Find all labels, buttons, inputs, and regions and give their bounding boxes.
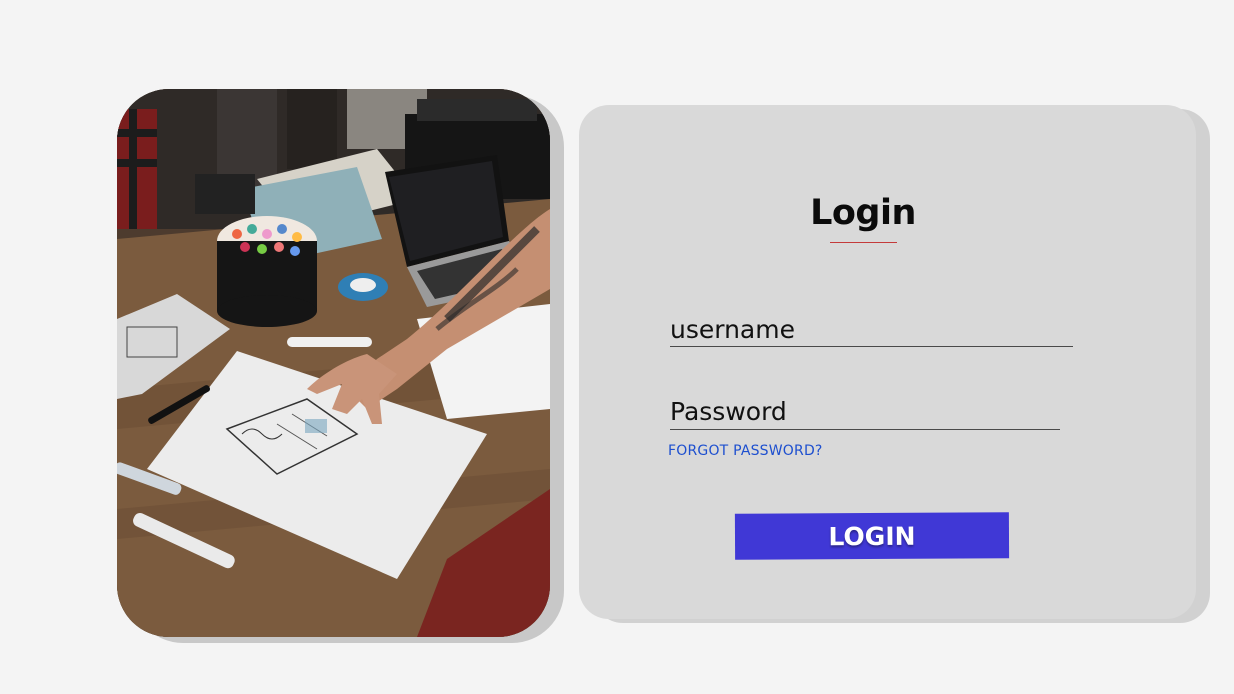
title-underline bbox=[830, 242, 897, 243]
login-button[interactable]: LOGIN bbox=[734, 512, 1010, 560]
login-page: Login FORGOT PASSWORD? LOGIN bbox=[0, 0, 1234, 694]
password-field bbox=[670, 393, 1060, 430]
hero-photo bbox=[117, 89, 550, 637]
password-input[interactable] bbox=[670, 393, 1060, 429]
username-field bbox=[670, 313, 1073, 347]
username-input[interactable] bbox=[670, 313, 1073, 346]
login-card: Login FORGOT PASSWORD? LOGIN bbox=[579, 105, 1196, 619]
forgot-password-link[interactable]: FORGOT PASSWORD? bbox=[668, 443, 823, 459]
desk-sketch-photo bbox=[117, 89, 550, 637]
login-title: Login bbox=[810, 193, 916, 233]
